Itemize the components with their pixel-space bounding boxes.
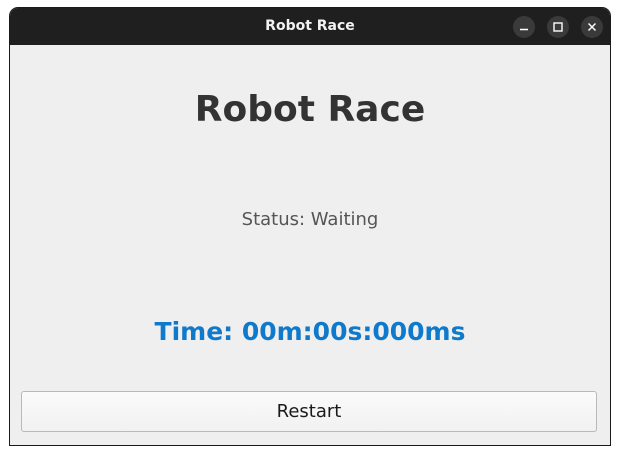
status-label: Status: Waiting [241,209,379,230]
maximize-icon [553,22,563,32]
app-window: Robot Race Robot Race Status: Waiting Ti… [10,8,610,445]
race-timer: Time: 00m:00s:000ms [154,317,466,346]
maximize-button[interactable] [547,16,569,38]
page-title: Robot Race [194,89,426,130]
title-bar[interactable]: Robot Race [10,8,610,45]
close-button[interactable] [581,16,603,38]
minimize-button[interactable] [513,16,535,38]
main-content: Robot Race Status: Waiting Time: 00m:00s… [10,45,610,445]
minimize-icon [520,28,528,31]
restart-button[interactable]: Restart [21,391,597,432]
close-icon [588,23,596,31]
